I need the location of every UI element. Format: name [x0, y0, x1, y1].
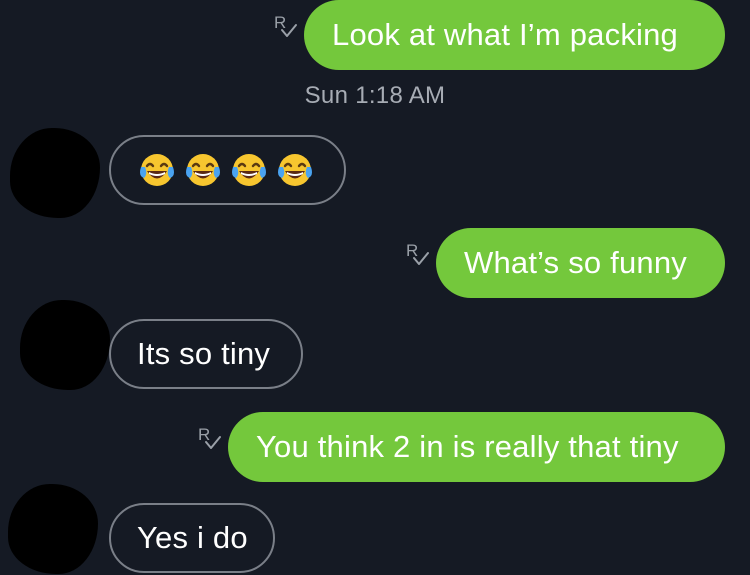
- emoji-message: [137, 152, 313, 188]
- svg-text:R: R: [274, 13, 286, 32]
- message-text: Look at what I’m packing: [332, 17, 678, 52]
- message-timestamp: Sun 1:18 AM: [304, 82, 446, 109]
- message-bubble-outgoing[interactable]: You think 2 in is really that tiny: [228, 412, 725, 482]
- message-bubble-incoming[interactable]: Its so tiny: [109, 319, 303, 389]
- read-receipt-icon: R: [274, 13, 297, 37]
- read-receipt-icon: R: [406, 241, 429, 265]
- message-bubble-outgoing[interactable]: What’s so funny: [436, 228, 725, 298]
- avatar[interactable]: [10, 128, 100, 218]
- message-bubble-incoming[interactable]: Yes i do: [109, 503, 275, 573]
- svg-text:R: R: [406, 241, 418, 260]
- avatar[interactable]: [20, 300, 110, 390]
- message-bubble-outgoing[interactable]: Look at what I’m packing: [304, 0, 725, 70]
- read-receipt-icon: R: [198, 425, 221, 449]
- svg-text:R: R: [198, 425, 210, 444]
- face-with-tears-of-joy-icon: [232, 154, 266, 186]
- message-text: Its so tiny: [137, 336, 271, 371]
- face-with-tears-of-joy-icon: [140, 154, 174, 186]
- chat-thread: R Look at what I’m packing Sun 1:18 AM R…: [0, 0, 750, 575]
- face-with-tears-of-joy-icon: [278, 154, 312, 186]
- message-text: Yes i do: [137, 520, 248, 555]
- face-with-tears-of-joy-icon: [186, 154, 220, 186]
- message-text: What’s so funny: [464, 245, 687, 280]
- message-text: You think 2 in is really that tiny: [256, 429, 679, 464]
- avatar[interactable]: [8, 484, 98, 574]
- message-bubble-incoming[interactable]: [109, 135, 346, 205]
